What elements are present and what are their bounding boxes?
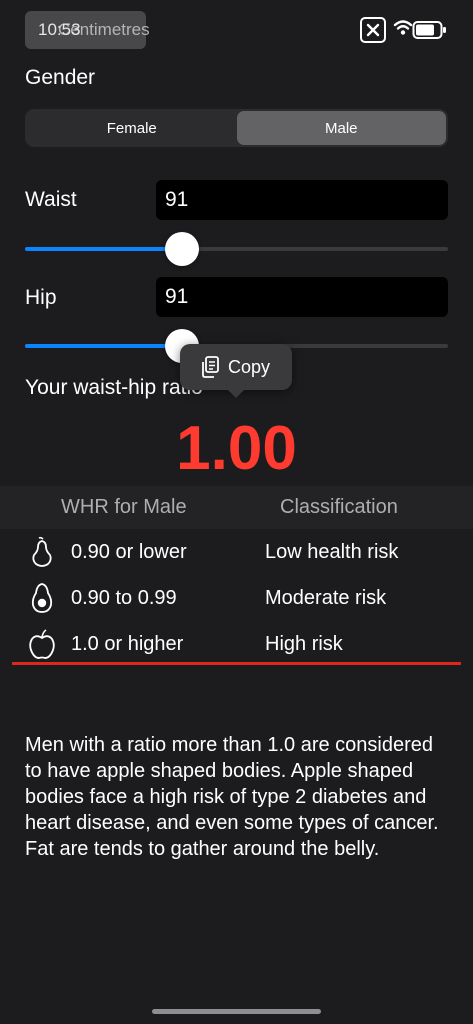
waist-input[interactable]: 91 bbox=[156, 180, 448, 220]
slider-thumb[interactable] bbox=[164, 232, 199, 266]
hip-label: Hip bbox=[25, 286, 57, 309]
apple-icon bbox=[29, 629, 55, 659]
table-row-classification: High risk bbox=[265, 633, 343, 655]
table-row-range: 0.90 or lower bbox=[71, 541, 187, 563]
avocado-icon bbox=[31, 583, 53, 613]
gender-option-female[interactable]: Female bbox=[27, 111, 237, 145]
description-text: Men with a ratio more than 1.0 are consi… bbox=[25, 734, 439, 860]
gender-label: Gender bbox=[25, 66, 96, 89]
slider-fill bbox=[25, 344, 182, 348]
copy-icon bbox=[202, 356, 219, 378]
hip-input[interactable]: 91 bbox=[156, 277, 448, 317]
table-header-whr: WHR for Male bbox=[61, 496, 187, 518]
table-header-classification: Classification bbox=[280, 496, 398, 518]
close-x-icon[interactable] bbox=[360, 17, 386, 43]
pear-icon bbox=[32, 536, 52, 567]
ratio-value: 1.00 bbox=[176, 414, 297, 483]
waist-slider[interactable] bbox=[25, 231, 448, 267]
status-time: 10:53 bbox=[38, 20, 81, 39]
highlight-underline bbox=[12, 662, 461, 665]
copy-label[interactable]: Copy bbox=[228, 357, 270, 378]
table-row-classification: Moderate risk bbox=[265, 587, 387, 609]
home-indicator[interactable] bbox=[152, 1009, 321, 1014]
battery-icon bbox=[412, 21, 446, 39]
slider-fill bbox=[25, 247, 182, 251]
copy-menu-item[interactable]: Copy bbox=[180, 344, 292, 390]
gender-segmented-control[interactable]: Female Male bbox=[25, 109, 448, 147]
waist-label: Waist bbox=[25, 188, 77, 211]
table-row-range: 0.90 to 0.99 bbox=[71, 587, 177, 609]
table-row-classification: Low health risk bbox=[265, 541, 399, 563]
copy-menu-arrow bbox=[226, 388, 246, 398]
ratio-label: Your waist-hip ratio bbox=[25, 376, 203, 399]
gender-option-male[interactable]: Male bbox=[236, 111, 446, 145]
wifi-icon bbox=[393, 20, 413, 35]
table-row-range: 1.0 or higher bbox=[71, 633, 184, 655]
